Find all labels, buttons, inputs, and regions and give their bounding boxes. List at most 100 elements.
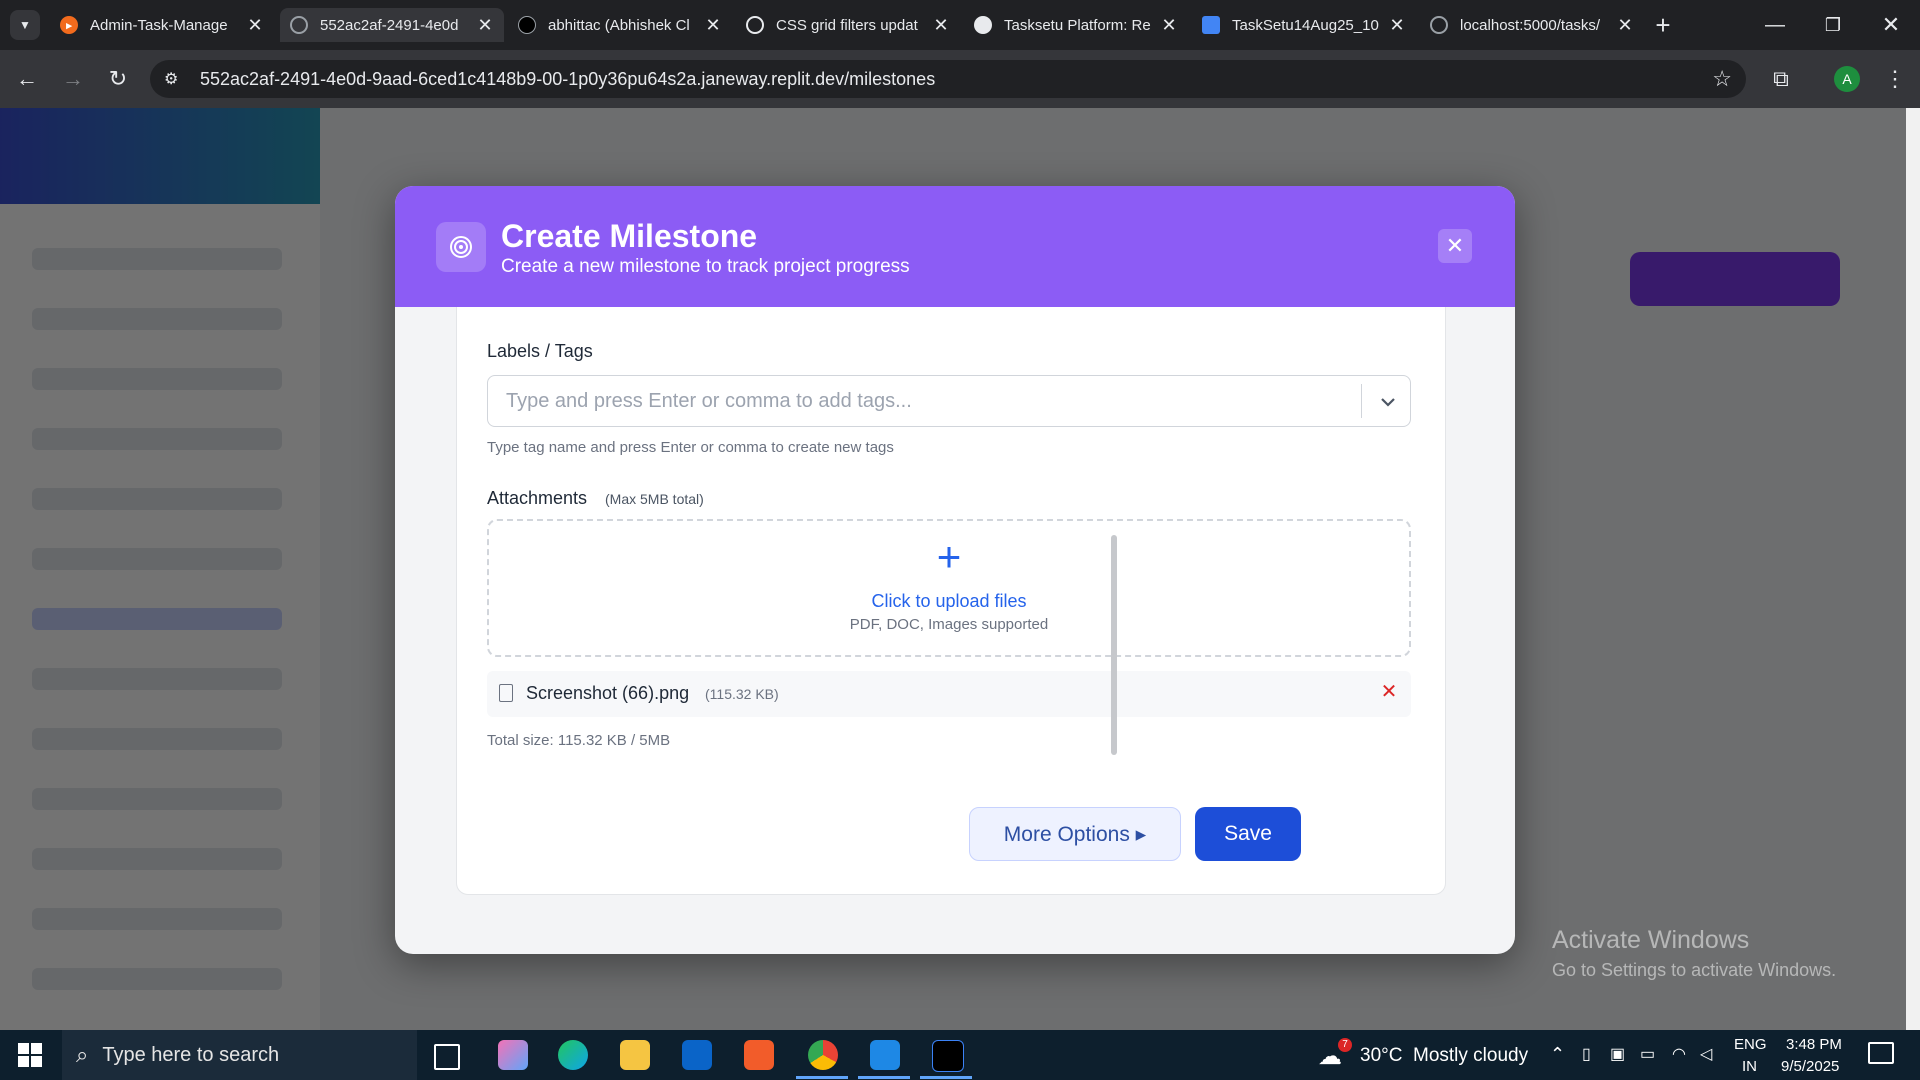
file-icon	[499, 684, 513, 702]
globe-icon	[1430, 16, 1448, 34]
search-icon: ⌕	[76, 1042, 89, 1067]
language-bottom[interactable]: IN	[1742, 1058, 1757, 1075]
attachments-max-note: (Max 5MB total)	[605, 491, 704, 507]
wifi-icon[interactable]: ◠	[1672, 1044, 1686, 1064]
target-icon	[436, 222, 486, 272]
tab-close-icon[interactable]: ✕	[932, 15, 950, 36]
page-scrollbar[interactable]	[1906, 108, 1920, 1030]
modal-title: Create Milestone	[501, 218, 758, 254]
perplexity-icon	[974, 16, 992, 34]
language-top[interactable]: ENG	[1734, 1036, 1767, 1053]
forward-icon[interactable]: →	[58, 64, 88, 94]
browser-tab[interactable]: TaskSetu14Aug25_10 ✕	[1192, 8, 1416, 42]
edge-icon[interactable]	[558, 1040, 588, 1070]
tab-close-icon[interactable]: ✕	[476, 15, 494, 36]
chevron-down-icon[interactable]	[1368, 386, 1408, 416]
minimize-button[interactable]: —	[1760, 10, 1790, 40]
form-card: Labels / Tags Type and press Enter or co…	[456, 307, 1446, 895]
browser-tab[interactable]: localhost:5000/tasks/ ✕	[1420, 8, 1644, 42]
terminal-app-icon[interactable]	[932, 1040, 964, 1072]
remove-file-icon[interactable]: ✕	[1377, 680, 1401, 704]
browser-tab[interactable]: CSS grid filters updat ✕	[736, 8, 960, 42]
browser-tab[interactable]: Tasksetu Platform: Re ✕	[964, 8, 1188, 42]
battery-icon[interactable]: ▭	[1640, 1044, 1655, 1064]
tab-title: localhost:5000/tasks/	[1460, 16, 1601, 34]
windows-start-icon[interactable]	[18, 1043, 42, 1067]
taskbar-search-placeholder: Type here to search	[102, 1043, 280, 1066]
clock-time[interactable]: 3:48 PM	[1786, 1036, 1842, 1053]
window-close-button[interactable]: ✕	[1876, 10, 1906, 40]
upload-link[interactable]: Click to upload files	[489, 591, 1409, 612]
back-icon[interactable]: ←	[12, 64, 42, 94]
tab-close-icon[interactable]: ✕	[1388, 15, 1406, 36]
close-icon[interactable]: ✕	[1438, 229, 1472, 263]
tags-divider	[1361, 384, 1362, 418]
tab-title: 552ac2af-2491-4e0d	[320, 16, 459, 34]
chrome-icon[interactable]	[808, 1040, 838, 1070]
weather-badge: 7	[1338, 1038, 1352, 1052]
tab-title: abhittac (Abhishek Cl	[548, 16, 690, 34]
browser-menu-icon[interactable]: ⋮	[1880, 64, 1910, 94]
url-text: 552ac2af-2491-4e0d-9aad-6ced1c4148b9-00-…	[200, 68, 936, 89]
tab-search-button[interactable]: ▼	[10, 10, 40, 40]
activate-windows-subtitle: Go to Settings to activate Windows.	[1552, 960, 1837, 980]
volume-icon[interactable]: ◁	[1700, 1044, 1712, 1064]
tags-placeholder: Type and press Enter or comma to add tag…	[506, 390, 912, 412]
save-button[interactable]: Save	[1195, 807, 1301, 861]
tags-input[interactable]: Type and press Enter or comma to add tag…	[487, 375, 1411, 427]
task-view-icon[interactable]	[434, 1044, 460, 1070]
tab-close-icon[interactable]: ✕	[704, 15, 722, 36]
outlook-icon[interactable]	[682, 1040, 712, 1070]
active-app-indicator	[796, 1076, 848, 1079]
tab-title: TaskSetu14Aug25_10	[1232, 16, 1379, 34]
tab-title: Admin-Task-Manage	[90, 16, 228, 34]
file-size: (115.32 KB)	[705, 686, 779, 702]
browser-tab[interactable]: ▸ Admin-Task-Manage ✕	[50, 8, 274, 42]
vscode-icon[interactable]	[870, 1040, 900, 1070]
browser-tab-strip: ▼ ▸ Admin-Task-Manage ✕ 552ac2af-2491-4e…	[0, 0, 1920, 50]
tab-title: Tasksetu Platform: Re	[1004, 16, 1151, 34]
clock-date[interactable]: 9/5/2025	[1781, 1058, 1839, 1075]
more-options-button[interactable]: More Options ▸	[969, 807, 1181, 861]
modal-subtitle: Create a new milestone to track project …	[501, 256, 910, 277]
file-name: Screenshot (66).png	[526, 683, 690, 703]
chevron-up-icon[interactable]: ⌃	[1550, 1044, 1565, 1065]
total-size-text: Total size: 115.32 KB / 5MB	[487, 732, 671, 749]
profile-avatar[interactable]: A	[1834, 66, 1860, 92]
brave-icon[interactable]	[744, 1040, 774, 1070]
taskbar-search[interactable]: ⌕ Type here to search	[62, 1030, 417, 1080]
copilot-icon[interactable]	[498, 1040, 528, 1070]
extensions-icon[interactable]: ⧉	[1766, 64, 1796, 94]
browser-tab-active[interactable]: 552ac2af-2491-4e0d ✕	[280, 8, 504, 42]
new-tab-button[interactable]: +	[1648, 10, 1678, 40]
address-bar[interactable]: ⚙ 552ac2af-2491-4e0d-9aad-6ced1c4148b9-0…	[150, 60, 1746, 98]
reload-icon[interactable]: ↻	[103, 64, 133, 94]
modal-header: Create Milestone Create a new milestone …	[395, 186, 1515, 307]
restore-button[interactable]: ❐	[1818, 10, 1848, 40]
browser-tab[interactable]: abhittac (Abhishek Cl ✕	[508, 8, 732, 42]
tab-close-icon[interactable]: ✕	[1616, 15, 1634, 36]
openai-icon	[746, 16, 764, 34]
tags-label: Labels / Tags	[487, 341, 593, 361]
tab-close-icon[interactable]: ✕	[246, 15, 264, 36]
tab-title: CSS grid filters updat	[776, 16, 918, 34]
modal-scrollbar-thumb[interactable]	[1111, 535, 1117, 755]
tab-favicon-icon	[290, 16, 308, 34]
google-docs-icon	[1202, 16, 1220, 34]
plus-icon: +	[936, 533, 962, 580]
tags-help-text: Type tag name and press Enter or comma t…	[487, 439, 894, 456]
weather-text[interactable]: 30°C Mostly cloudy	[1360, 1045, 1528, 1067]
tray-app-icon[interactable]: ▣	[1610, 1044, 1625, 1064]
notification-icon[interactable]	[1868, 1042, 1894, 1064]
upload-dropzone[interactable]: + Click to upload files PDF, DOC, Images…	[487, 519, 1411, 657]
file-explorer-icon[interactable]	[620, 1040, 650, 1070]
github-icon	[518, 16, 536, 34]
bookmark-star-icon[interactable]: ☆	[1712, 66, 1732, 92]
site-info-icon[interactable]: ⚙	[164, 69, 188, 89]
attachments-label: Attachments	[487, 488, 588, 508]
create-milestone-modal: Create Milestone Create a new milestone …	[395, 186, 1515, 954]
upload-formats-text: PDF, DOC, Images supported	[849, 616, 1049, 633]
tray-app-icon[interactable]: ▯	[1582, 1044, 1591, 1064]
active-app-indicator	[858, 1076, 910, 1079]
tab-close-icon[interactable]: ✕	[1160, 15, 1178, 36]
